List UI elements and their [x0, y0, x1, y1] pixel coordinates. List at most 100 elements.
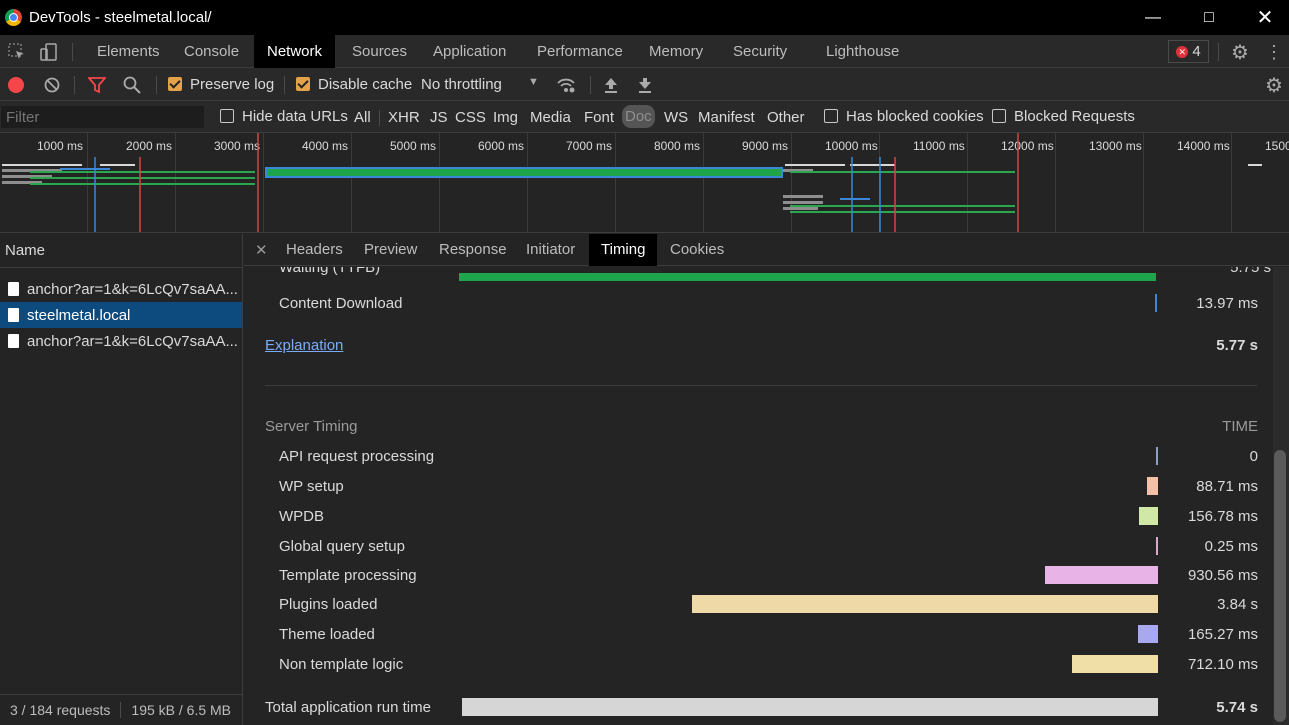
filter-icon[interactable] — [86, 75, 108, 95]
network-conditions-icon[interactable] — [555, 75, 577, 95]
device-toolbar-icon[interactable] — [38, 41, 60, 63]
errors-count: 4 — [1192, 43, 1201, 60]
name-column-header[interactable]: Name — [0, 234, 242, 268]
title-bar: DevTools - steelmetal.local/ — □ ✕ — [0, 0, 1289, 35]
filter-input[interactable] — [1, 106, 204, 128]
tab-network[interactable]: Network — [254, 35, 336, 68]
server-timing-value: 930.56 ms — [1187, 567, 1258, 584]
request-name: steelmetal.local — [27, 306, 131, 324]
throttling-select[interactable]: No throttling — [421, 76, 502, 93]
settings-gear-icon[interactable]: ⚙ — [1228, 40, 1252, 64]
filter-bar: Hide data URLs All XHR JS CSS Img Media … — [0, 101, 1289, 133]
tab-headers[interactable]: Headers — [276, 234, 353, 266]
close-detail-icon[interactable]: ✕ — [255, 241, 268, 259]
type-filter-all[interactable]: All — [354, 109, 371, 126]
network-overview-timeline[interactable]: 1000 ms 2000 ms 3000 ms 4000 ms 5000 ms … — [0, 133, 1289, 233]
divider — [1218, 43, 1219, 61]
has-blocked-cookies-checkbox[interactable] — [824, 109, 838, 123]
more-options-icon[interactable]: ⋮ — [1264, 40, 1284, 64]
search-icon[interactable] — [121, 75, 143, 95]
content-download-label: Content Download — [279, 295, 403, 312]
total-run-time-bar — [462, 698, 1158, 716]
waiting-ttfb-value: 5.75 s — [1230, 267, 1271, 276]
server-timing-bar — [1147, 477, 1158, 495]
server-timing-value: 156.78 ms — [1187, 508, 1258, 525]
server-timing-label: WP setup — [279, 478, 344, 495]
network-toolbar: Preserve log Disable cache No throttling… — [0, 68, 1289, 101]
tab-elements[interactable]: Elements — [85, 35, 172, 68]
divider — [379, 110, 380, 126]
request-row-selected[interactable]: steelmetal.local — [0, 302, 242, 328]
divider — [590, 76, 591, 94]
tab-timing[interactable]: Timing — [589, 234, 658, 266]
has-blocked-cookies-label: Has blocked cookies — [846, 108, 984, 125]
request-name: anchor?ar=1&k=6LcQv7saAA... — [27, 332, 238, 350]
tab-initiator[interactable]: Initiator — [516, 234, 585, 266]
request-row[interactable]: anchor?ar=1&k=6LcQv7saAA... — [0, 328, 242, 354]
tab-sources[interactable]: Sources — [340, 35, 419, 68]
tab-memory[interactable]: Memory — [637, 35, 715, 68]
type-filter-js[interactable]: JS — [430, 109, 448, 126]
server-timing-label: Global query setup — [279, 538, 405, 555]
record-icon[interactable] — [8, 77, 24, 93]
total-run-time-value: 5.74 s — [1216, 699, 1258, 716]
tab-performance[interactable]: Performance — [525, 35, 635, 68]
server-timing-bar — [1156, 537, 1158, 555]
server-timing-value: 0.25 ms — [1204, 538, 1258, 555]
network-status-bar: 3 / 184 requests 195 kB / 6.5 MB — [0, 694, 243, 725]
server-timing-value: 88.71 ms — [1196, 478, 1258, 495]
close-window-icon[interactable]: ✕ — [1242, 0, 1288, 35]
type-filter-ws[interactable]: WS — [664, 109, 688, 126]
waiting-ttfb-label: Waiting (TTFB) — [279, 267, 381, 276]
type-filter-font[interactable]: Font — [584, 109, 614, 126]
network-settings-gear-icon[interactable]: ⚙ — [1263, 73, 1285, 97]
request-row[interactable]: anchor?ar=1&k=6LcQv7saAA... — [0, 276, 242, 302]
document-icon — [8, 282, 19, 296]
preserve-log-label: Preserve log — [190, 76, 275, 93]
server-timing-value: 712.10 ms — [1187, 656, 1258, 673]
server-timing-bar — [1072, 655, 1158, 673]
scrollbar-thumb[interactable] — [1274, 450, 1286, 722]
tab-console[interactable]: Console — [172, 35, 251, 68]
type-filter-manifest[interactable]: Manifest — [698, 109, 755, 126]
timing-content: Waiting (TTFB) 5.75 s Content Download 1… — [244, 267, 1274, 725]
transferred-size: 195 kB / 6.5 MB — [131, 702, 232, 718]
disable-cache-checkbox[interactable] — [296, 77, 310, 91]
tab-preview[interactable]: Preview — [354, 234, 427, 266]
document-icon — [8, 308, 19, 322]
tab-security[interactable]: Security — [721, 35, 799, 68]
server-timing-bar — [1139, 507, 1158, 525]
inspect-element-icon[interactable] — [6, 41, 28, 63]
minimize-icon[interactable]: — — [1130, 0, 1176, 35]
detail-tab-bar: ✕ Headers Preview Response Initiator Tim… — [244, 234, 1289, 266]
content-download-bar — [1155, 294, 1157, 312]
type-filter-img[interactable]: Img — [493, 109, 518, 126]
tab-application[interactable]: Application — [421, 35, 518, 68]
tab-response[interactable]: Response — [429, 234, 517, 266]
request-detail-panel: ✕ Headers Preview Response Initiator Tim… — [244, 234, 1289, 725]
divider — [74, 76, 75, 94]
disable-cache-label: Disable cache — [318, 76, 413, 93]
hide-data-urls-checkbox[interactable] — [220, 109, 234, 123]
clear-icon[interactable] — [42, 75, 62, 95]
maximize-icon[interactable]: □ — [1186, 0, 1232, 35]
blocked-requests-checkbox[interactable] — [992, 109, 1006, 123]
tab-lighthouse[interactable]: Lighthouse — [814, 35, 911, 68]
explanation-link[interactable]: Explanation — [265, 337, 343, 354]
type-filter-other[interactable]: Other — [767, 109, 805, 126]
server-timing-label: Theme loaded — [279, 626, 375, 643]
export-har-icon[interactable] — [635, 75, 655, 95]
errors-badge[interactable]: ✕ 4 — [1168, 40, 1209, 63]
type-filter-doc[interactable]: Doc — [622, 105, 655, 128]
hide-data-urls-label: Hide data URLs — [242, 108, 348, 125]
type-filter-xhr[interactable]: XHR — [388, 109, 420, 126]
type-filter-media[interactable]: Media — [530, 109, 571, 126]
panel-tab-bar: Elements Console Network Sources Applica… — [0, 35, 1289, 68]
type-filter-css[interactable]: CSS — [455, 109, 486, 126]
chevron-down-icon[interactable]: ▼ — [528, 76, 539, 88]
import-har-icon[interactable] — [601, 75, 621, 95]
request-name: anchor?ar=1&k=6LcQv7saAA... — [27, 280, 238, 298]
preserve-log-checkbox[interactable] — [168, 77, 182, 91]
tab-cookies[interactable]: Cookies — [660, 234, 734, 266]
timing-total: 5.77 s — [1216, 337, 1258, 354]
